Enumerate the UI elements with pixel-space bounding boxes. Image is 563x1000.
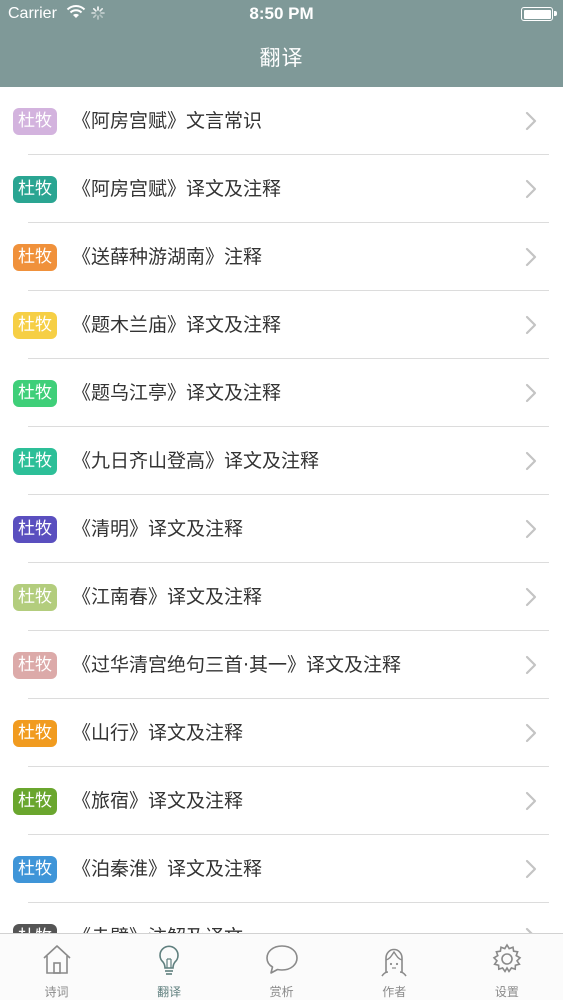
tab-label: 作者 [382,985,407,999]
tab-label: 翻译 [157,985,182,999]
tab-house[interactable]: 诗词 [0,934,113,1000]
lightbulb-icon [159,945,179,975]
person-head-icon [381,948,407,977]
tab-label: 诗词 [44,985,69,999]
list-item-title: 《题木兰庙》译文及注释 [72,314,282,336]
author-badge: 杜牧 [13,788,57,815]
chevron-right-icon [525,247,537,267]
list-item[interactable]: 杜牧 《题乌江亭》译文及注释 [0,359,563,427]
list-item-title: 《江南春》译文及注释 [72,586,263,608]
chevron-right-icon [525,179,537,199]
list-item[interactable]: 杜牧 《阿房宫赋》译文及注释 [0,155,563,223]
list-item[interactable]: 杜牧 《江南春》译文及注释 [0,563,563,631]
navigation-bar: Carrier 8:50 PM 翻译 [0,0,563,87]
chevron-right-icon [525,791,537,811]
list-item-title: 《赤壁》注解及译文 [72,924,243,933]
author-badge: 杜牧 [13,176,57,203]
list-item-title: 《旅宿》译文及注释 [72,790,244,812]
author-badge: 杜牧 [13,924,57,933]
author-badge: 杜牧 [13,652,57,679]
list-item-title: 《阿房宫赋》文言常识 [72,110,263,132]
tab-label: 赏析 [269,985,294,999]
list-item[interactable]: 杜牧 《过华清宫绝句三首·其一》译文及注释 [0,631,563,699]
list-item[interactable]: 杜牧 《泊秦淮》译文及注释 [0,835,563,903]
page-title: 翻译 [259,46,304,70]
tab-speech-bubble[interactable]: 赏析 [225,934,338,1000]
list-item[interactable]: 杜牧 《旅宿》译文及注释 [0,767,563,835]
speech-bubble-icon [265,945,298,974]
house-icon [42,945,71,974]
list-item[interactable]: 杜牧 《送薛种游湖南》注释 [0,223,563,291]
author-badge: 杜牧 [13,380,57,407]
chevron-right-icon [525,315,537,335]
tab-person-head[interactable]: 作者 [338,934,451,1000]
gear-icon [492,943,522,973]
list-item-title: 《题乌江亭》译文及注释 [72,382,282,404]
list-item-title: 《送薛种游湖南》注释 [72,246,263,268]
battery-icon [521,7,557,21]
author-badge: 杜牧 [13,312,57,339]
chevron-right-icon [525,723,537,743]
chevron-right-icon [525,111,537,131]
list-item[interactable]: 杜牧 《题木兰庙》译文及注释 [0,291,563,359]
list-item-title: 《过华清宫绝句三首·其一》译文及注释 [72,654,402,676]
list-item-title: 《山行》译文及注释 [72,722,244,744]
list-item[interactable]: 杜牧 《清明》译文及注释 [0,495,563,563]
chevron-right-icon [525,655,537,675]
tab-gear[interactable]: 设置 [450,934,563,1000]
list-item-title: 《泊秦淮》译文及注释 [72,858,263,880]
list-item[interactable]: 杜牧 《山行》译文及注释 [0,699,563,767]
tab-lightbulb[interactable]: 翻译 [113,934,226,1000]
chevron-right-icon [525,587,537,607]
translation-list: 杜牧 《阿房宫赋》文言常识 杜牧 《阿房宫赋》译文及注释 杜牧 《送薛种游湖南》注释 杜牧《… [0,87,563,933]
author-badge: 杜牧 [13,108,57,135]
clock: 8:50 PM [249,4,314,23]
list-item-title: 《清明》译文及注释 [72,518,244,540]
author-badge: 杜牧 [13,856,57,883]
list-item[interactable]: 杜牧 《赤壁》注解及译文 [0,903,563,933]
chevron-right-icon [525,451,537,471]
author-badge: 杜牧 [13,448,57,475]
chevron-right-icon [525,859,537,879]
author-badge: 杜牧 [13,244,57,271]
list-item-title: 《九日齐山登高》译文及注释 [72,450,320,472]
list-item-title: 《阿房宫赋》译文及注释 [72,178,282,200]
chevron-right-icon [525,519,537,539]
chevron-right-icon [525,383,537,403]
tab-label: 设置 [494,985,519,999]
author-badge: 杜牧 [13,516,57,543]
status-bar: Carrier 8:50 PM [0,0,563,28]
author-badge: 杜牧 [13,720,57,747]
list-item[interactable]: 杜牧 《阿房宫赋》文言常识 [0,87,563,155]
list-item[interactable]: 杜牧 《九日齐山登高》译文及注释 [0,427,563,495]
author-badge: 杜牧 [13,584,57,611]
tab-bar: 诗词 翻译 赏析 作者 设置 [0,933,563,1000]
